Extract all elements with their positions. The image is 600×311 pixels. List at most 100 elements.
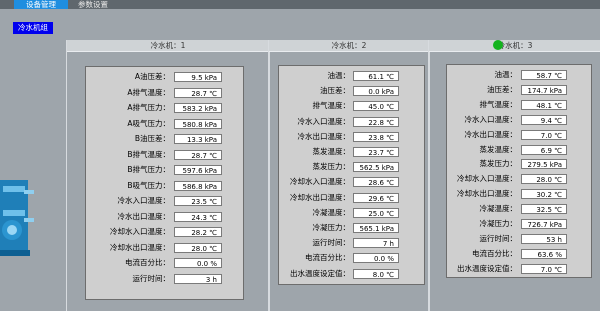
parameter-value: 0.0 %: [353, 253, 399, 264]
parameter-row: 冷却水出口温度： 28.0 ℃: [86, 241, 243, 255]
parameter-label: 冷水入口温度：: [297, 116, 351, 126]
parameter-value: 28.0 ℃: [174, 242, 222, 253]
parameter-value: 28.7 ℃: [174, 87, 222, 98]
parameter-row: B排气压力： 597.6 kPa: [86, 163, 243, 177]
parameter-row: 电流百分比： 0.0 %: [86, 256, 243, 270]
parameter-label: 冷却水入口温度：: [457, 174, 517, 184]
parameter-value: 726.7 kPa: [521, 219, 567, 229]
parameter-row: B吸气压力： 586.8 kPa: [86, 179, 243, 193]
panel-title: 冷水机：3: [429, 40, 600, 52]
parameter-label: 出水温度设定值：: [290, 268, 350, 278]
parameter-row: 油压差： 0.0 kPa: [279, 84, 424, 98]
parameter-value: 28.6 ℃: [353, 177, 399, 188]
parameter-label: 冷却水入口温度：: [290, 177, 350, 187]
parameter-row: 运行时间： 53 h: [447, 232, 591, 246]
parameter-row: 冷水出口温度： 23.8 ℃: [279, 130, 424, 144]
tab-device-management[interactable]: 设备管理: [14, 0, 68, 9]
parameter-row: 冷水出口温度： 24.3 ℃: [86, 210, 243, 224]
parameter-label: 油温：: [494, 70, 518, 79]
parameter-value: 32.5 ℃: [521, 204, 567, 215]
parameter-value: 23.5 ℃: [174, 196, 222, 206]
parameter-label: 排气温度：: [479, 99, 518, 109]
parameter-row: 油压差： 174.7 kPa: [447, 83, 591, 97]
parameter-label: A排气温度：: [127, 87, 170, 97]
chiller-group-button[interactable]: 冷水机组: [13, 22, 53, 34]
parameter-row: 冷却水入口温度： 28.2 ℃: [86, 225, 243, 239]
parameter-label: 出水温度设定值：: [457, 263, 517, 273]
parameter-row: 冷凝压力： 726.7 kPa: [447, 217, 591, 231]
parameter-row: 冷水入口温度： 23.5 ℃: [86, 194, 243, 208]
parameter-value: 53 h: [521, 233, 567, 244]
parameter-label: 冷水入口温度：: [464, 114, 518, 124]
parameter-label: 冷凝温度：: [479, 204, 518, 214]
tab-parameter-settings[interactable]: 参数设置: [68, 0, 118, 9]
parameter-row: 冷凝温度： 32.5 ℃: [447, 202, 591, 216]
parameter-value: 23.7 ℃: [353, 147, 399, 157]
parameter-row: 冷凝温度： 25.0 ℃: [279, 206, 424, 220]
parameter-value: 6.9 ℃: [521, 144, 567, 155]
chiller-panel-3: 冷水机：3 油温： 58.7 ℃ 油压差： 174.7 kPa 排气温度： 48.1 ℃ 冷…: [428, 40, 600, 311]
parameter-box: 油温： 58.7 ℃ 油压差： 174.7 kPa 排气温度： 48.1 ℃ 冷水入口温度：…: [446, 64, 592, 278]
parameter-value: 22.8 ℃: [353, 116, 399, 127]
parameter-value: 63.6 %: [521, 248, 567, 259]
parameter-label: 冷水入口温度：: [117, 196, 171, 205]
parameter-label: 排气温度：: [312, 101, 351, 111]
parameter-row: 冷水出口温度： 7.0 ℃: [447, 128, 591, 142]
parameter-value: 3 h: [174, 273, 222, 284]
chiller-panel-2: 冷水机：2 油温： 61.1 ℃ 油压差： 0.0 kPa 排气温度： 45.0 ℃ 冷水入…: [268, 40, 430, 311]
parameter-label: 冷却水入口温度：: [110, 227, 170, 236]
parameter-row: 蒸发压力： 562.5 kPa: [279, 160, 424, 174]
panel-title: 冷水机：2: [269, 40, 429, 52]
parameter-label: 冷凝温度：: [312, 207, 351, 217]
parameter-value: 24.3 ℃: [174, 211, 222, 222]
status-indicator-icon: [493, 40, 503, 50]
parameter-label: 冷水出口温度：: [297, 131, 351, 141]
parameter-row: A油压差： 9.5 kPa: [86, 70, 243, 84]
chiller-panel-1: 冷水机：1 A油压差： 9.5 kPa A排气温度： 28.7 ℃ A排气压力： 583.…: [66, 40, 270, 311]
parameter-value: 28.0 ℃: [521, 174, 567, 185]
parameter-value: 13.3 kPa: [174, 134, 222, 144]
parameter-value: 48.1 ℃: [521, 99, 567, 110]
parameter-label: 蒸发温度：: [479, 144, 518, 154]
parameter-row: 冷水入口温度： 9.4 ℃: [447, 113, 591, 127]
parameter-label: 冷却水出口温度：: [457, 189, 517, 199]
parameter-label: 冷凝压力：: [479, 219, 518, 228]
parameter-label: 蒸发温度：: [312, 147, 351, 156]
parameter-label: 运行时间：: [132, 273, 171, 283]
parameter-value: 9.4 ℃: [521, 114, 567, 125]
parameter-value: 58.7 ℃: [521, 70, 567, 80]
parameter-row: 冷却水入口温度： 28.6 ℃: [279, 175, 424, 189]
parameter-value: 25.0 ℃: [353, 207, 399, 218]
parameter-label: 油温：: [327, 71, 351, 80]
parameter-label: 电流百分比：: [472, 248, 517, 258]
parameter-row: 油温： 58.7 ℃: [447, 68, 591, 82]
parameter-label: A油压差：: [134, 72, 170, 81]
parameter-row: 冷却水入口温度： 28.0 ℃: [447, 172, 591, 186]
parameter-label: A排气压力：: [127, 103, 170, 112]
parameter-value: 580.8 kPa: [174, 118, 222, 129]
parameter-value: 7.0 ℃: [521, 129, 567, 140]
parameter-label: B排气温度：: [127, 149, 170, 159]
parameter-label: 电流百分比：: [125, 258, 170, 267]
parameter-row: 冷水入口温度： 22.8 ℃: [279, 115, 424, 129]
parameter-row: 冷却水出口温度： 29.6 ℃: [279, 191, 424, 205]
parameter-label: 油压差：: [320, 86, 350, 96]
parameter-label: 电流百分比：: [305, 253, 350, 263]
parameter-row: 出水温度设定值： 8.0 ℃: [279, 267, 424, 281]
parameter-row: 蒸发温度： 23.7 ℃: [279, 145, 424, 159]
parameter-value: 565.1 kPa: [353, 223, 399, 233]
parameter-row: A吸气压力： 580.8 kPa: [86, 117, 243, 131]
parameter-value: 174.7 kPa: [521, 84, 567, 95]
parameter-row: A排气温度： 28.7 ℃: [86, 86, 243, 100]
parameter-label: 油压差：: [487, 84, 517, 94]
parameter-label: 蒸发压力：: [479, 159, 518, 169]
parameter-row: A排气压力： 583.2 kPa: [86, 101, 243, 115]
parameter-box: 油温： 61.1 ℃ 油压差： 0.0 kPa 排气温度： 45.0 ℃ 冷水入口温度： 22…: [278, 65, 425, 285]
parameter-row: 油温： 61.1 ℃: [279, 69, 424, 83]
parameter-value: 586.8 kPa: [174, 180, 222, 191]
parameter-value: 8.0 ℃: [353, 268, 399, 279]
parameter-value: 30.2 ℃: [521, 189, 567, 200]
parameter-value: 583.2 kPa: [174, 103, 222, 113]
parameter-value: 7 h: [353, 238, 399, 249]
parameter-label: B排气压力：: [127, 165, 170, 174]
